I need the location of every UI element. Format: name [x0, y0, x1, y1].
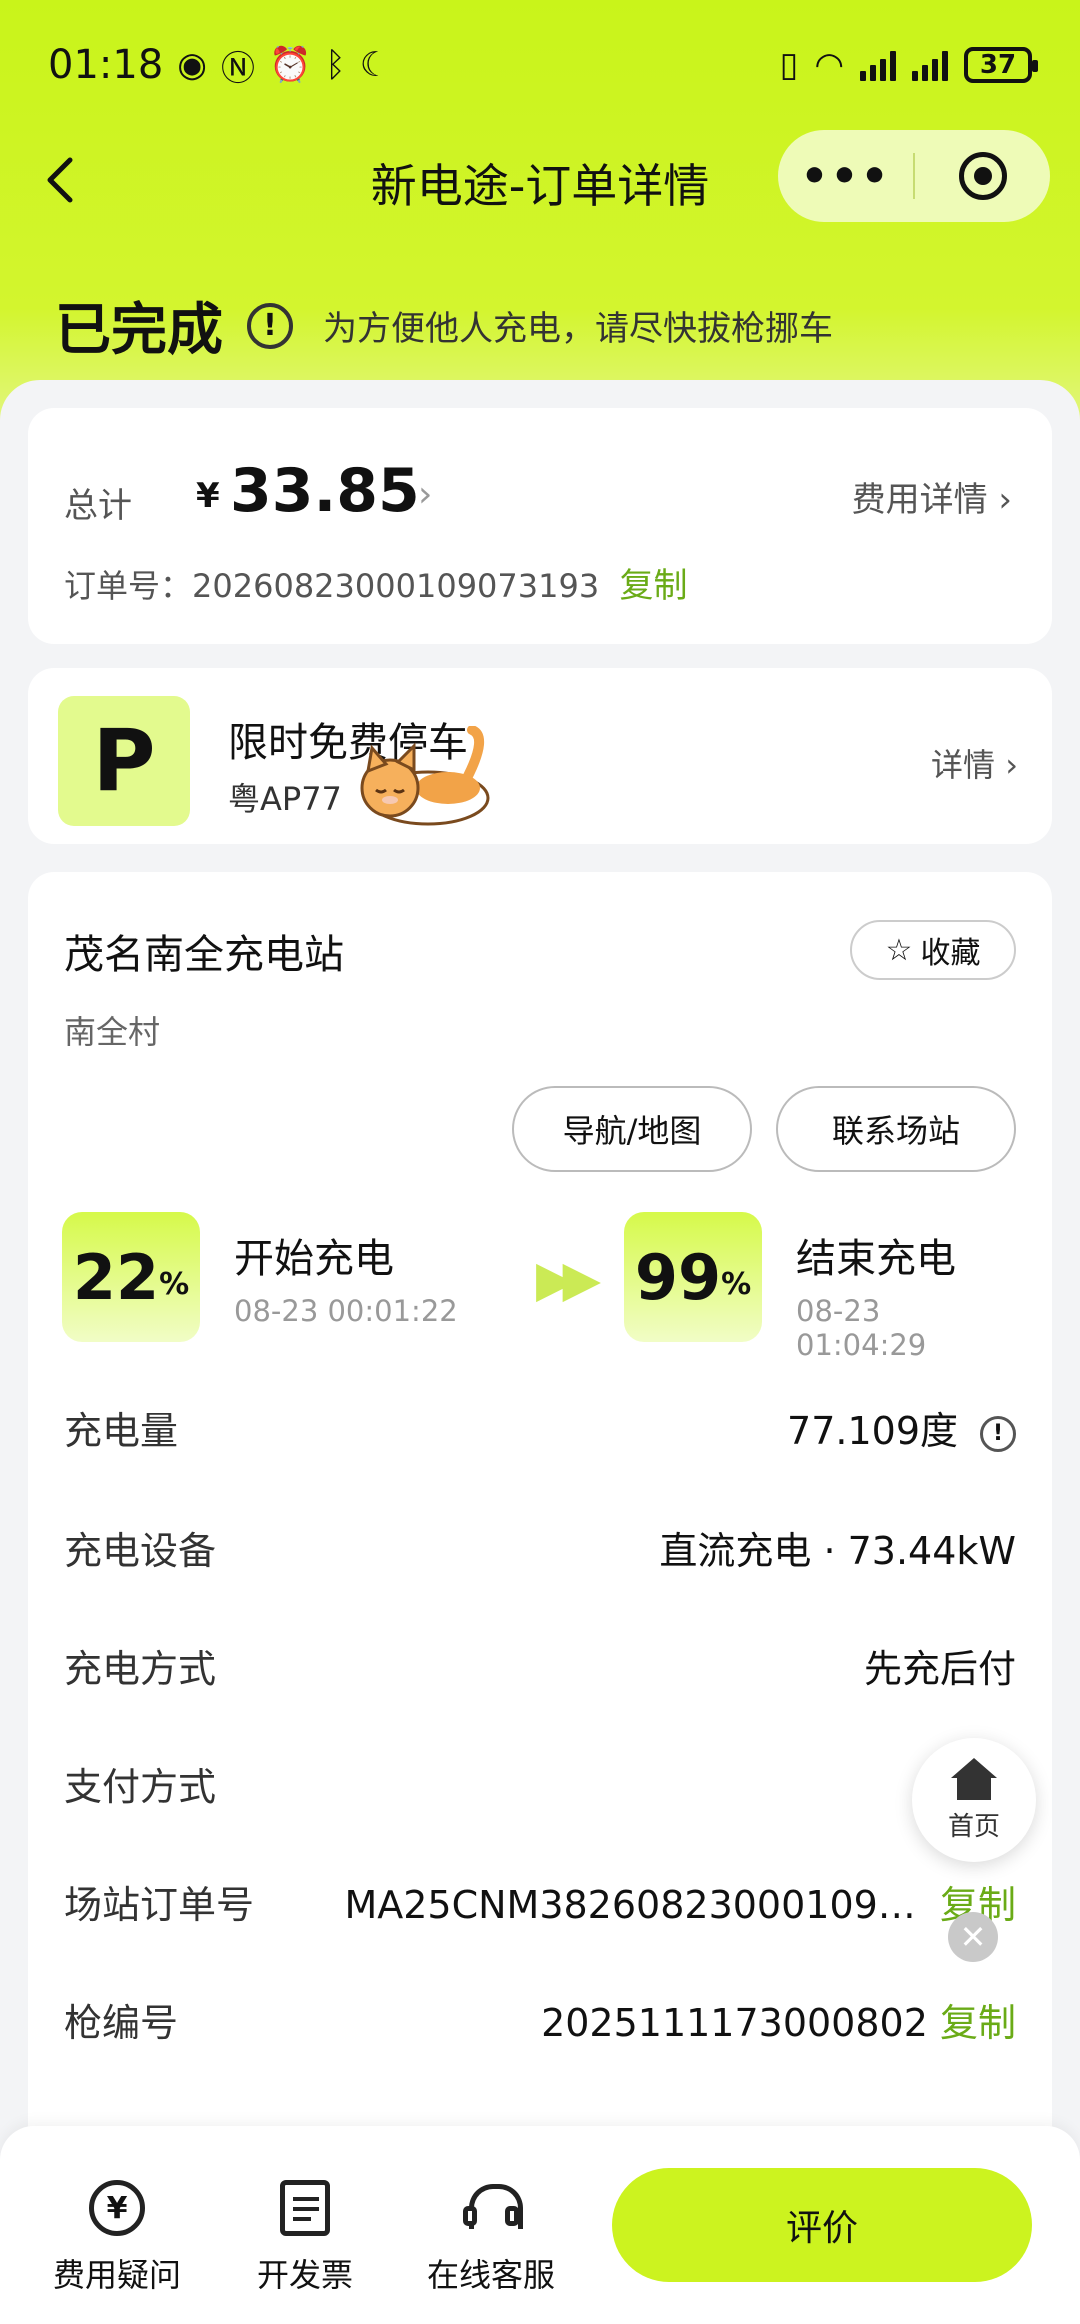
station-address: 南全村	[64, 1013, 161, 1051]
favorite-button[interactable]: ☆ 收藏	[850, 920, 1016, 980]
detail-value: 77.109度	[787, 1409, 958, 1453]
star-icon: ☆	[885, 932, 913, 968]
total-card: 总计 ¥ 33.85 › 费用详情 › 订单号：2026082300010907…	[28, 408, 1052, 644]
status-title: 已完成	[55, 298, 223, 363]
detail-value: MA25CNM38260823000109…	[344, 1883, 916, 1927]
parking-icon: P	[58, 696, 190, 826]
eye-icon: ◉	[177, 45, 207, 85]
total-label: 总计	[64, 486, 132, 526]
invoice-label: 开发票	[256, 2256, 353, 2294]
bluetooth-icon: ᛒ	[325, 45, 346, 85]
license-plate: 粤AP77	[228, 780, 342, 818]
parking-card[interactable]: P 限时免费停车 粤AP77 详情 ›	[28, 668, 1052, 844]
order-number-row: 订单号：20260823000109073193 复制	[64, 558, 688, 607]
double-arrow-icon: ▶▶	[536, 1250, 601, 1308]
detail-key: 充电方式	[64, 1647, 217, 1691]
sleeping-cat-sticker	[360, 726, 490, 826]
alarm-icon: ⏰	[268, 45, 312, 85]
chevron-right-icon: ›	[998, 480, 1012, 520]
yuan-icon: ¥	[89, 2180, 145, 2236]
order-number-label: 订单号：	[64, 567, 193, 605]
contact-station-button[interactable]: 联系场站	[776, 1086, 1016, 1172]
start-soc-badge: 22%	[62, 1212, 200, 1342]
detail-row-energy: 充电量 77.109度!	[64, 1400, 1016, 1460]
detail-key: 充电量	[64, 1409, 179, 1453]
bottom-bar: ¥ 费用疑问 开发票 在线客服 评价	[0, 2126, 1080, 2324]
signal-icon	[912, 49, 948, 81]
detail-value: 2025111173000802	[541, 2001, 928, 2045]
copy-gun-number-button[interactable]: 复制	[940, 2001, 1016, 2045]
wifi-icon: ◠	[814, 45, 844, 85]
chevron-right-icon[interactable]: ›	[418, 474, 432, 515]
detail-value: 先充后付	[863, 1647, 1016, 1691]
nav-bar: 新电途-订单详情 •••	[0, 130, 1080, 230]
detail-row-station-order: 场站订单号 MA25CNM38260823000109… 复制	[64, 1874, 1016, 1934]
station-card: 茂名南全充电站 ☆ 收藏 南全村 导航/地图 联系场站 22% 开始充电 08-…	[28, 872, 1052, 2324]
total-amount[interactable]: 33.85	[230, 456, 420, 526]
order-status: 已完成 ! 为方便他人充电，请尽快拔枪挪车	[55, 285, 833, 366]
parking-detail-label: 详情	[931, 746, 996, 784]
start-percent: 22	[72, 1240, 160, 1314]
home-icon	[951, 1757, 997, 1800]
headset-icon	[463, 2180, 523, 2236]
nfc-icon: Ⓝ	[220, 48, 255, 89]
status-hint: 为方便他人充电，请尽快拔枪挪车	[323, 309, 833, 349]
detail-key: 充电设备	[64, 1529, 217, 1573]
detail-row-gun-number: 枪编号 2025111173000802 复制	[64, 1992, 1016, 2052]
invoice-button[interactable]: 开发票	[220, 2176, 390, 2296]
charge-progress: 22% 开始充电 08-23 00:01:22 ▶▶ 99% 结束充电 08-2…	[62, 1212, 1018, 1362]
more-button[interactable]: •••	[778, 151, 913, 202]
close-icon[interactable]: ✕	[948, 1912, 998, 1962]
detail-row-device: 充电设备 直流充电 · 73.44kW	[64, 1520, 1016, 1580]
detail-value: 直流充电 · 73.44kW	[659, 1529, 1016, 1573]
station-name: 茂名南全充电站	[64, 932, 344, 978]
chevron-right-icon: ›	[1005, 746, 1018, 784]
start-time: 08-23 00:01:22	[234, 1294, 458, 1328]
home-float-button[interactable]: 首页	[912, 1738, 1036, 1862]
customer-service-label: 在线客服	[426, 2256, 555, 2294]
target-icon	[958, 152, 1007, 200]
clock: 01:18	[48, 42, 164, 88]
fee-detail-label: 费用详情	[851, 480, 988, 520]
favorite-label: 收藏	[920, 936, 981, 971]
customer-service-button[interactable]: 在线客服	[406, 2176, 576, 2296]
invoice-icon	[280, 2180, 330, 2236]
detail-key: 枪编号	[64, 2001, 179, 2045]
end-soc-badge: 99%	[624, 1212, 762, 1342]
percent-unit: %	[721, 1266, 752, 1302]
detail-row-payment: 支付方式	[64, 1756, 1016, 1816]
fee-question-label: 费用疑问	[52, 2256, 181, 2294]
detail-key: 场站订单号	[64, 1883, 255, 1927]
battery-icon: 37	[964, 47, 1038, 83]
copy-order-number-button[interactable]: 复制	[620, 566, 688, 606]
info-icon[interactable]: !	[980, 1415, 1016, 1452]
order-number: 20260823000109073193	[192, 567, 600, 605]
end-percent: 99	[634, 1240, 722, 1314]
info-icon[interactable]: !	[247, 302, 293, 349]
currency-symbol: ¥	[196, 476, 220, 516]
end-title: 结束充电	[796, 1236, 956, 1282]
navigate-button[interactable]: 导航/地图	[512, 1086, 752, 1172]
signal-icon	[860, 49, 896, 81]
moon-icon: ☾	[359, 45, 391, 85]
fee-question-button[interactable]: ¥ 费用疑问	[32, 2176, 202, 2296]
rate-button[interactable]: 评价	[612, 2168, 1032, 2282]
end-time: 08-23 01:04:29	[796, 1294, 927, 1362]
fee-detail-link[interactable]: 费用详情 ›	[852, 472, 1012, 521]
close-program-button[interactable]	[915, 152, 1050, 200]
detail-key: 支付方式	[64, 1765, 217, 1809]
home-label: 首页	[947, 1811, 1000, 1842]
status-bar: 01:18 ◉ Ⓝ ⏰ ᛒ ☾ ▯ ◠ 37	[48, 30, 1038, 100]
parking-detail-link[interactable]: 详情 ›	[931, 740, 1018, 786]
mini-program-capsule: •••	[778, 130, 1050, 222]
detail-row-charge-mode: 充电方式 先充后付	[64, 1638, 1016, 1698]
vibrate-icon: ▯	[779, 45, 799, 85]
start-title: 开始充电	[234, 1236, 394, 1282]
percent-unit: %	[159, 1266, 190, 1302]
